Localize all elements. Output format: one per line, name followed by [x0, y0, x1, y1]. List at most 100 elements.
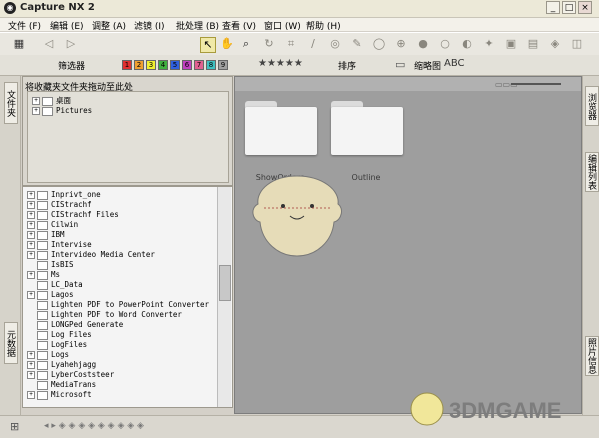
forward-icon[interactable]: ▷ — [64, 37, 78, 51]
fill-icon[interactable]: ▣ — [504, 37, 518, 51]
expand-icon[interactable]: + — [27, 391, 35, 399]
tab-browser[interactable]: 浏览器 — [585, 86, 599, 126]
menu-file[interactable]: 文件 (F) — [8, 19, 41, 32]
rotate-icon[interactable]: ↻ — [262, 37, 276, 51]
tab-edit-list[interactable]: 编辑列表 — [585, 152, 599, 192]
control-point-icon[interactable]: ⊕ — [394, 37, 408, 51]
retouch-icon[interactable]: ✦ — [482, 37, 496, 51]
folder-icon — [37, 280, 48, 290]
expand-icon[interactable]: + — [27, 191, 35, 199]
tree-item-label: Lighten PDF to PowerPoint Converter — [51, 300, 210, 309]
folder-icon — [37, 260, 48, 270]
black-point-icon[interactable]: ● — [416, 37, 430, 51]
scroll-thumb[interactable] — [219, 265, 231, 301]
minimize-button[interactable]: _ — [546, 1, 560, 14]
straighten-icon[interactable]: ∕ — [306, 37, 320, 51]
tree-item-label: Intervise — [51, 240, 92, 249]
status-icons: ◂ ▸ ◈ ◈ ◈ ◈ ◈ ◈ ◈ ◈ ◈ — [44, 421, 144, 431]
expand-icon[interactable]: + — [27, 371, 35, 379]
select-arrow-icon[interactable]: ↖ — [200, 37, 216, 53]
folder-icon — [37, 310, 48, 320]
camera-icon: ◉ — [4, 2, 16, 14]
expand-icon[interactable]: + — [27, 361, 35, 369]
tab-metadata[interactable]: 元数据 — [4, 322, 18, 364]
folder-icon — [37, 250, 48, 260]
menu-help[interactable]: 帮助 (H) — [306, 19, 341, 32]
label-swatch[interactable]: 5 — [170, 60, 180, 70]
tree-scrollbar[interactable] — [217, 187, 231, 407]
abc-icon[interactable]: ABC — [444, 58, 465, 69]
expand-icon[interactable]: + — [27, 241, 35, 249]
compare-icon[interactable]: ◫ — [570, 37, 584, 51]
menu-filter[interactable]: 滤镜 (I) — [134, 19, 165, 32]
label-swatch[interactable]: 2 — [134, 60, 144, 70]
zoom-icon[interactable]: ⌕ — [239, 37, 253, 51]
label-swatch[interactable]: 4 — [158, 60, 168, 70]
tree-item-label: Intervideo Media Center — [51, 250, 155, 259]
folder-icon — [37, 370, 48, 380]
tab-folders[interactable]: 文件夹 — [4, 82, 18, 124]
select-brush-icon[interactable]: ◈ — [548, 37, 562, 51]
tab-photo-info[interactable]: 照片信息 — [585, 336, 599, 376]
gradient-icon[interactable]: ▤ — [526, 37, 540, 51]
tree-item[interactable]: + Microsoft — [27, 390, 92, 401]
folder-thumbnail[interactable] — [245, 101, 317, 155]
tree-item-label: LONGPed Generate — [51, 320, 124, 329]
tree-item-label: Logs — [51, 350, 70, 359]
menu-batch[interactable]: 批处理 (B) — [176, 19, 219, 32]
hand-icon[interactable]: ✋ — [220, 37, 234, 51]
label-swatch[interactable]: 8 — [206, 60, 216, 70]
expand-icon[interactable]: + — [27, 201, 35, 209]
tree-item-label: Ms — [51, 270, 61, 279]
expand-icon[interactable]: + — [27, 291, 35, 299]
expand-icon[interactable]: + — [32, 97, 40, 105]
maximize-button[interactable]: □ — [562, 1, 576, 14]
favorite-item[interactable]: + 桌面 — [32, 95, 71, 106]
favorite-item[interactable]: + Pictures — [32, 106, 92, 117]
expand-icon[interactable]: + — [27, 221, 35, 229]
brush-icon[interactable]: ✎ — [350, 37, 364, 51]
expand-icon[interactable]: + — [27, 251, 35, 259]
white-point-icon[interactable]: ○ — [438, 37, 452, 51]
folder-icon — [37, 300, 48, 310]
back-icon[interactable]: ◁ — [42, 37, 56, 51]
folder-icon — [37, 340, 48, 350]
window-title: Capture NX 2 — [20, 2, 95, 13]
label-swatch[interactable]: 9 — [218, 60, 228, 70]
menu-view[interactable]: 查看 (V) — [222, 19, 256, 32]
menu-adjust[interactable]: 调整 (A) — [92, 19, 126, 32]
tree-item-label: LyberCoststeer — [51, 370, 115, 379]
filmstrip-icon[interactable]: ▭ — [395, 58, 405, 71]
menu-window[interactable]: 窗口 (W) — [264, 19, 301, 32]
right-tab-strip: 浏览器 编辑列表 照片信息 — [582, 76, 599, 416]
expand-icon[interactable]: + — [32, 107, 40, 115]
expand-icon[interactable]: + — [27, 211, 35, 219]
folder-icon — [37, 210, 48, 220]
color-point-icon[interactable]: ◐ — [460, 37, 474, 51]
expand-icon[interactable]: + — [27, 351, 35, 359]
tree-item-label: Lighten PDF to Word Converter — [51, 310, 182, 319]
menu-edit[interactable]: 编辑 (E) — [50, 19, 84, 32]
layout-icon[interactable]: ⊞ — [10, 420, 19, 433]
label-swatch[interactable]: 7 — [194, 60, 204, 70]
filter-label[interactable]: 筛选器 — [58, 59, 85, 72]
crop-icon[interactable]: ⌗ — [284, 37, 298, 51]
zoom-slider[interactable] — [511, 83, 561, 85]
tree-item-label: MediaTrans — [51, 380, 97, 389]
rating-stars[interactable]: ★★★★★ — [258, 58, 303, 69]
label-swatch[interactable]: 1 — [122, 60, 132, 70]
lasso-icon[interactable]: ◯ — [372, 37, 386, 51]
view-label[interactable]: 缩略图 — [414, 59, 441, 72]
folder-thumbnail[interactable] — [331, 101, 403, 155]
folder-icon — [37, 230, 48, 240]
tree-item-label: Inprivt_one — [51, 190, 101, 199]
sort-label[interactable]: 排序 — [338, 59, 356, 72]
layout-icon[interactable]: ▦ — [12, 37, 26, 51]
redeye-icon[interactable]: ◎ — [328, 37, 342, 51]
left-tab-strip: 文件夹 元数据 — [0, 76, 21, 416]
label-swatch[interactable]: 6 — [182, 60, 192, 70]
close-button[interactable]: × — [578, 1, 592, 14]
expand-icon[interactable]: + — [27, 271, 35, 279]
label-swatch[interactable]: 3 — [146, 60, 156, 70]
expand-icon[interactable]: + — [27, 231, 35, 239]
